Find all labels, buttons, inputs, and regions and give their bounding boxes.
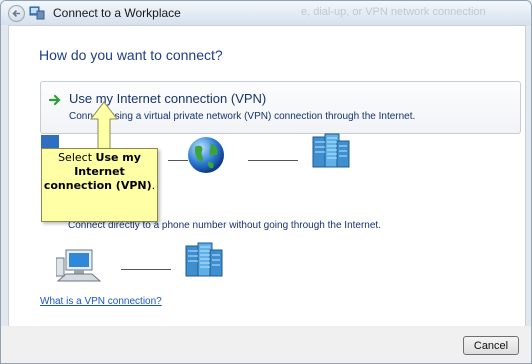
- vpn-option-description: Connect using a virtual private network …: [69, 111, 416, 122]
- page-heading: How do you want to connect?: [39, 47, 223, 63]
- connection-line: [168, 160, 188, 161]
- globe-icon: [188, 137, 224, 173]
- title-bar: Connect to a Workplace e, dial-up, or VP…: [1, 1, 531, 25]
- server-icon: [185, 242, 223, 277]
- network-icon: [29, 6, 45, 20]
- connection-line: [248, 160, 298, 161]
- callout-prefix: Select: [58, 151, 96, 164]
- back-arrow-icon: [12, 9, 20, 18]
- connection-line: [121, 269, 171, 270]
- server-icon: [312, 133, 350, 168]
- vpn-help-link[interactable]: What is a VPN connection?: [40, 296, 162, 307]
- back-button[interactable]: [8, 5, 25, 22]
- instruction-callout: Select Use my Internet connection (VPN).: [41, 148, 158, 222]
- cancel-button[interactable]: Cancel: [463, 336, 519, 355]
- window: Connect to a Workplace e, dial-up, or VP…: [0, 0, 532, 364]
- footer: Cancel: [1, 326, 531, 363]
- green-arrow-icon: [48, 94, 61, 106]
- callout-suffix: .: [151, 179, 156, 192]
- callout-pointer: [89, 101, 119, 151]
- title-bg-text: e, dial-up, or VPN network connection: [301, 6, 486, 18]
- window-title: Connect to a Workplace: [53, 6, 181, 20]
- computer-icon: [41, 135, 59, 149]
- computer-icon: [56, 249, 102, 282]
